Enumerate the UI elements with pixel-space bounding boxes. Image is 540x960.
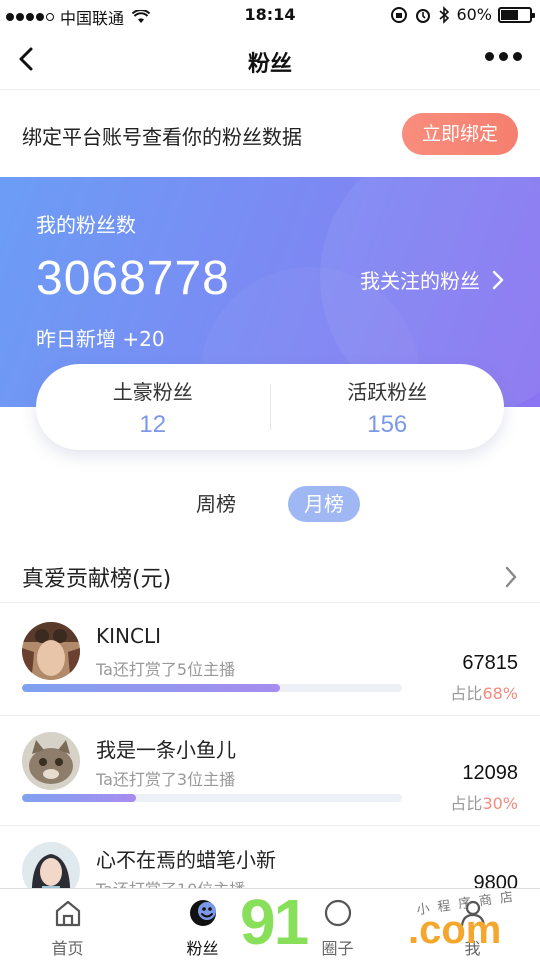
tab-week[interactable]: 周榜: [180, 486, 252, 522]
tab-fans[interactable]: 粉丝: [135, 889, 270, 960]
circle-icon: [324, 899, 351, 927]
share-progress-bar: [22, 684, 402, 692]
battery-icon: [498, 6, 535, 23]
tab-profile[interactable]: 我: [405, 889, 540, 960]
home-icon: [55, 900, 80, 927]
share-value: 68%: [482, 684, 518, 703]
fan-name: KINCLI: [96, 624, 161, 648]
stat-active-fans[interactable]: 活跃粉丝 156: [271, 364, 505, 450]
share-percent: 占比68%: [450, 680, 518, 704]
battery-percent: 60%: [456, 5, 492, 24]
status-bar: 中国联通 18:14 60%: [0, 0, 540, 30]
share-label: 占比: [450, 684, 483, 703]
fan-name: 我是一条小鱼儿: [96, 738, 236, 762]
fan-name: 心不在焉的蜡笔小新: [96, 848, 276, 872]
chevron-right-icon: [505, 566, 517, 588]
chevron-right-icon: [492, 270, 504, 289]
ranking-period-toggle: 周榜 月榜: [0, 486, 540, 522]
tab-month[interactable]: 月榜: [288, 486, 360, 522]
share-label: 占比: [450, 794, 483, 813]
fan-tip-note: Ta还打赏了5位主播: [96, 660, 236, 679]
list-item[interactable]: 我是一条小鱼儿 Ta还打赏了3位主播 12098 占比30%: [0, 716, 540, 826]
profile-icon: [460, 900, 485, 927]
followed-fans-label: 我关注的粉丝: [360, 269, 480, 293]
share-value: 30%: [482, 794, 518, 813]
fans-count-value: 3068778: [36, 252, 230, 305]
bind-account-row: 绑定平台账号查看你的粉丝数据 立即绑定: [0, 91, 540, 177]
stat-value: 156: [367, 411, 408, 438]
stat-label: 土豪粉丝: [112, 380, 193, 404]
stat-value: 12: [139, 411, 167, 438]
list-item[interactable]: KINCLI Ta还打赏了5位主播 67815 占比68%: [0, 606, 540, 716]
nav-bar: 粉丝: [0, 30, 540, 90]
contribution-amount: 67815: [462, 652, 518, 674]
contribution-section-header[interactable]: 真爱贡献榜(元): [0, 555, 540, 603]
bind-now-button[interactable]: 立即绑定: [402, 113, 518, 155]
bluetooth-icon: [439, 5, 450, 24]
bind-prompt-text: 绑定平台账号查看你的粉丝数据: [22, 125, 302, 149]
alarm-icon: [416, 8, 431, 23]
share-progress-fill: [22, 684, 281, 692]
fan-tip-note: Ta还打赏了3位主播: [96, 770, 236, 789]
rotation-lock-icon: [391, 6, 408, 23]
followed-fans-link[interactable]: 我关注的粉丝: [360, 265, 504, 294]
contribution-amount: 12098: [462, 762, 518, 784]
fan-stats-card: 土豪粉丝 12 活跃粉丝 156: [36, 364, 504, 450]
status-right: 60%: [390, 5, 535, 24]
fans-count-label: 我的粉丝数: [36, 213, 136, 237]
tab-label: 首页: [51, 939, 84, 958]
section-title: 真爱贡献榜(元): [22, 567, 172, 592]
share-progress-fill: [22, 794, 136, 802]
tab-label: 圈子: [321, 939, 354, 958]
tab-label: 我: [464, 939, 481, 958]
avatar: [22, 732, 80, 790]
share-percent: 占比30%: [450, 790, 518, 814]
tab-circle[interactable]: 圈子: [270, 889, 405, 960]
page-title: 粉丝: [247, 52, 292, 77]
stat-rich-fans[interactable]: 土豪粉丝 12: [36, 364, 270, 450]
bottom-tab-bar: 首页 粉丝 圈子 我: [0, 888, 540, 960]
tab-home[interactable]: 首页: [0, 889, 135, 960]
fans-icon: [189, 900, 216, 926]
share-progress-bar: [22, 794, 402, 802]
yesterday-new-fans: 昨日新增 +20: [36, 327, 165, 351]
more-icon[interactable]: [485, 52, 522, 61]
stat-label: 活跃粉丝: [347, 380, 428, 404]
avatar: [22, 622, 80, 680]
tab-label: 粉丝: [186, 939, 219, 958]
